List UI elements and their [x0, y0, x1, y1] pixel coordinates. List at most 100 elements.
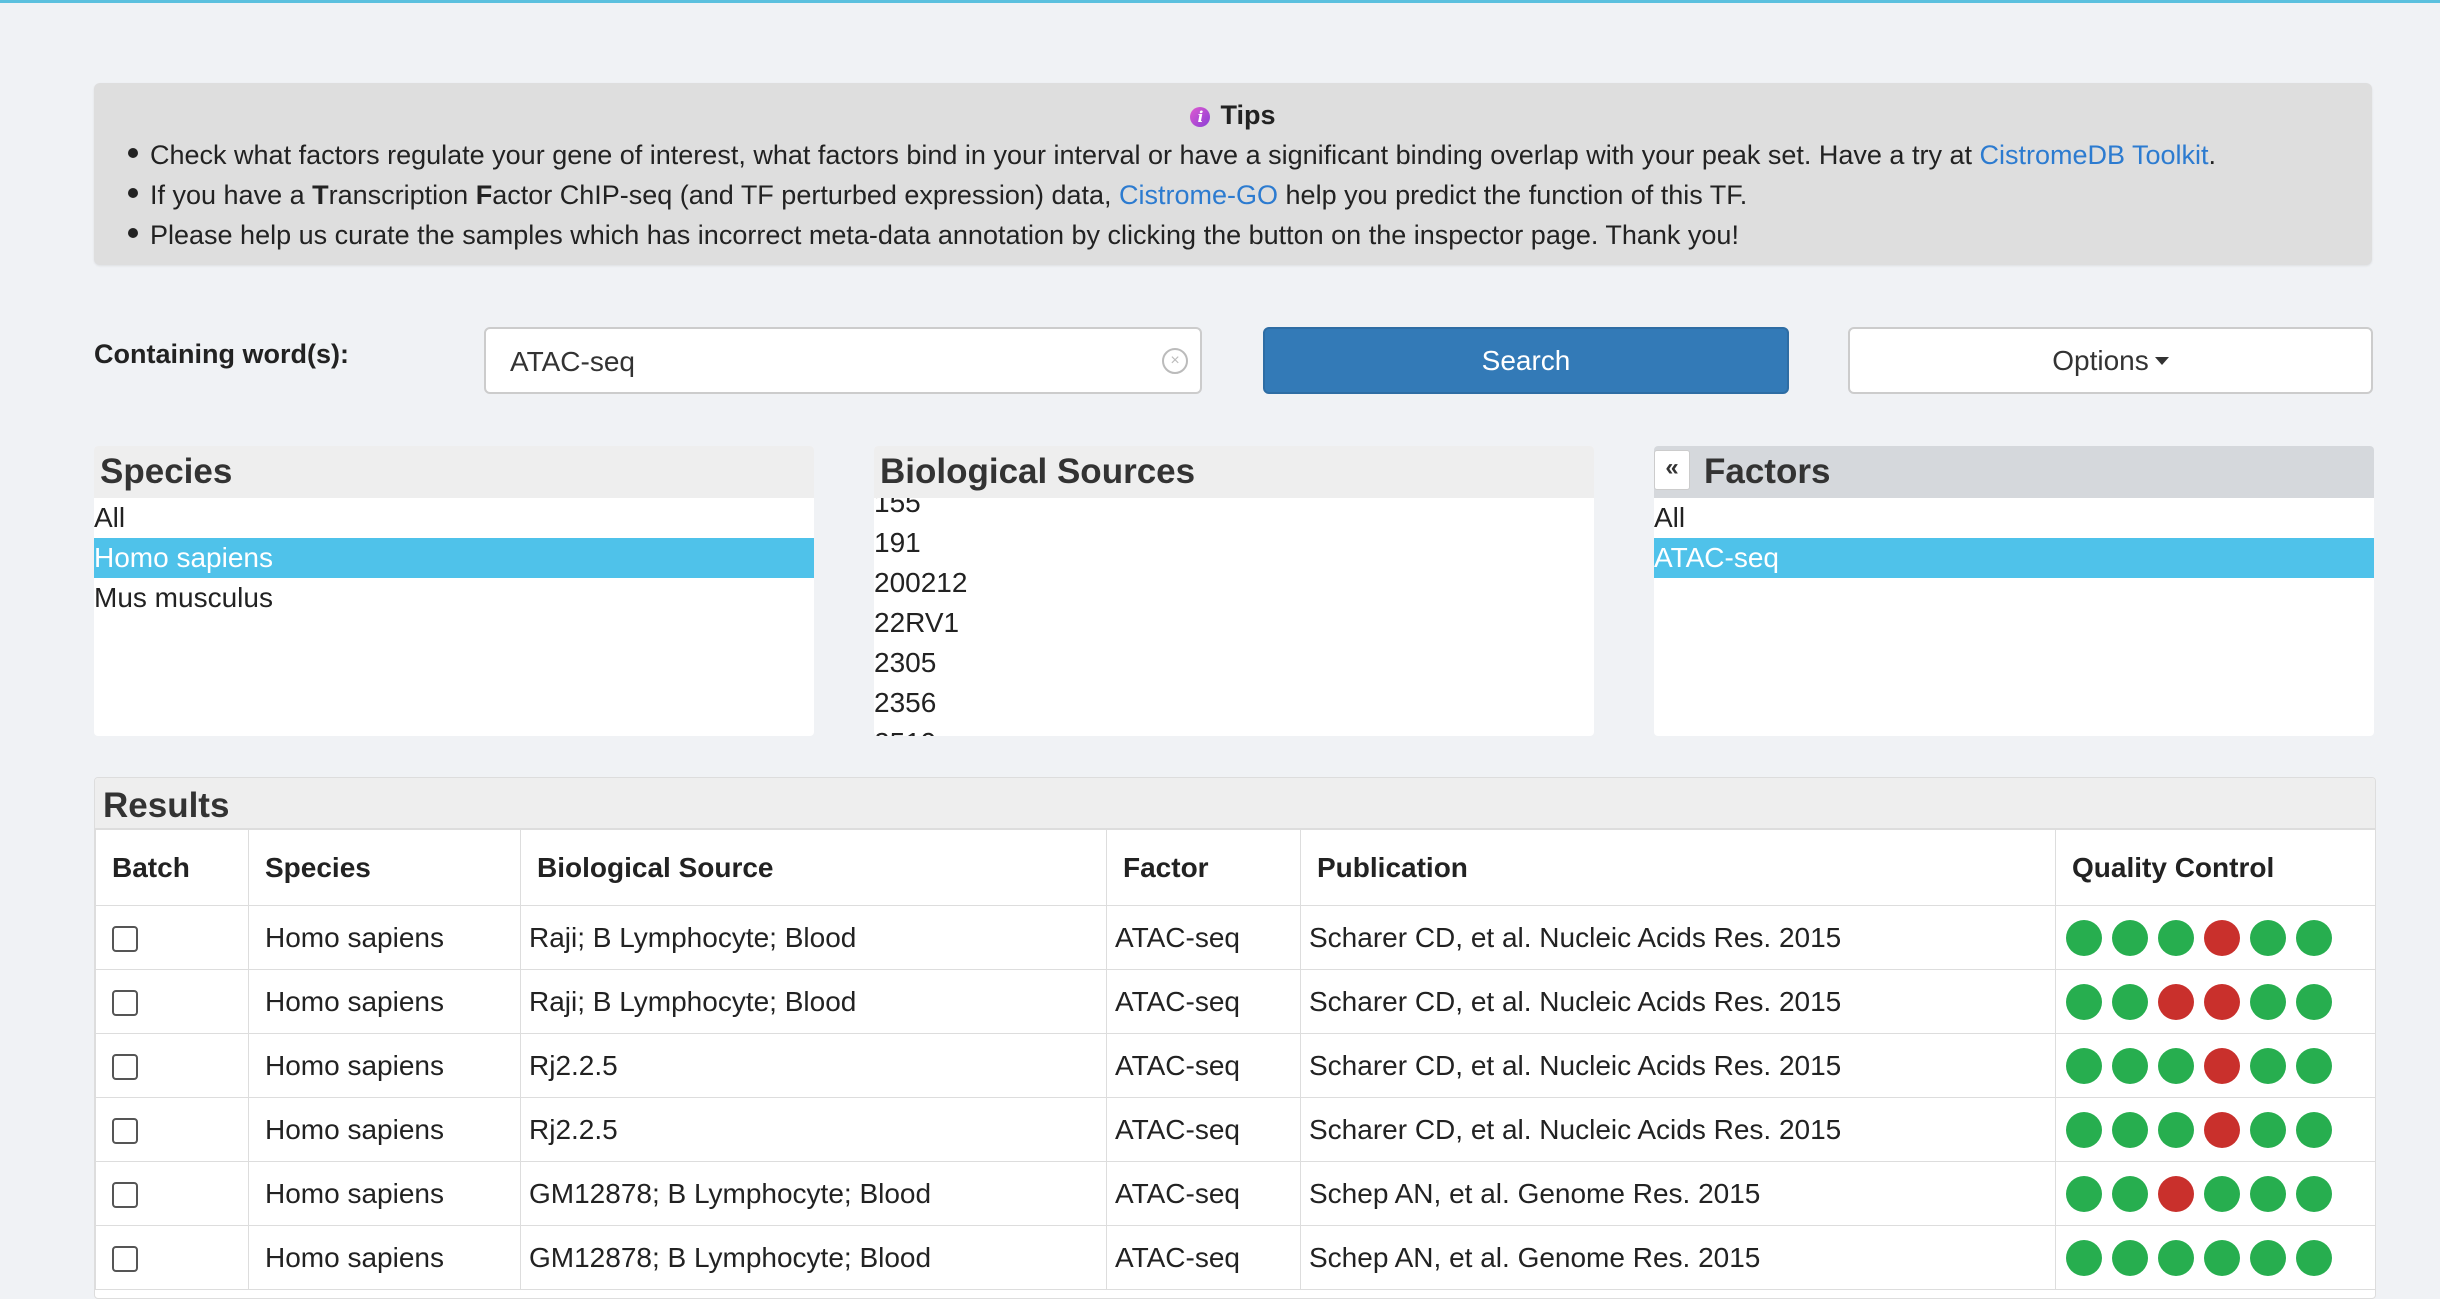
clear-icon[interactable]: ×	[1162, 348, 1188, 374]
qc-green-dot-icon[interactable]	[2250, 1239, 2286, 1276]
species-cell: Homo sapiens	[248, 1225, 521, 1290]
qc-green-dot-icon[interactable]	[2158, 1111, 2194, 1148]
qc-green-dot-icon[interactable]	[2250, 1047, 2286, 1084]
qc-green-dot-icon[interactable]	[2158, 919, 2194, 956]
qc-green-dot-icon[interactable]	[2158, 1239, 2194, 1276]
batch-cell	[95, 1033, 249, 1098]
qc-green-dot-icon[interactable]	[2204, 1175, 2240, 1212]
qc-green-dot-icon[interactable]	[2296, 1175, 2332, 1212]
tip-item: If you have a Transcription Factor ChIP-…	[128, 175, 2216, 215]
bio-source-item[interactable]: 2519	[874, 723, 967, 736]
qc-red-dot-icon[interactable]	[2158, 1175, 2194, 1212]
tip-item: Check what factors regulate your gene of…	[128, 135, 2216, 175]
qc-green-dot-icon[interactable]	[2296, 919, 2332, 956]
qc-green-dot-icon[interactable]	[2112, 1111, 2148, 1148]
qc-red-dot-icon[interactable]	[2204, 1111, 2240, 1148]
qc-green-dot-icon[interactable]	[2066, 1239, 2102, 1276]
biological-source-cell: Raji; B Lymphocyte; Blood	[520, 969, 1107, 1034]
caret-down-icon	[2154, 357, 2169, 365]
options-button[interactable]: Options	[1848, 327, 2373, 394]
qc-red-dot-icon[interactable]	[2204, 919, 2240, 956]
bio-source-item[interactable]: 2305	[874, 643, 967, 683]
bio-sources-list[interactable]: 155 191 200212 22RV1 2305 2356 2519	[874, 498, 1594, 736]
qc-green-dot-icon[interactable]	[2112, 983, 2148, 1020]
bio-sources-panel: Biological Sources 155 191 200212 22RV1 …	[874, 446, 1594, 736]
bio-source-item[interactable]: 2356	[874, 683, 967, 723]
publication-cell: Scharer CD, et al. Nucleic Acids Res. 20…	[1300, 969, 2056, 1034]
batch-checkbox[interactable]	[112, 990, 138, 1017]
table-row[interactable]: Homo sapiens Rj2.2.5 ATAC-seq Scharer CD, e…	[95, 1097, 2375, 1162]
qc-red-dot-icon[interactable]	[2204, 983, 2240, 1020]
factor-item-atac-seq[interactable]: ATAC-seq	[1654, 538, 2374, 578]
column-header-batch[interactable]: Batch	[95, 829, 249, 906]
column-header-quality-control[interactable]: Quality Control	[2055, 829, 2375, 906]
species-item-mus-musculus[interactable]: Mus musculus	[94, 578, 814, 618]
qc-green-dot-icon[interactable]	[2250, 983, 2286, 1020]
qc-green-dot-icon[interactable]	[2112, 1047, 2148, 1084]
cistrome-go-link[interactable]: Cistrome-GO	[1119, 180, 1278, 210]
bio-sources-title: Biological Sources	[874, 446, 1594, 498]
qc-green-dot-icon[interactable]	[2066, 919, 2102, 956]
qc-green-dot-icon[interactable]	[2112, 1239, 2148, 1276]
species-cell: Homo sapiens	[248, 1161, 521, 1226]
biological-source-cell: GM12878; B Lymphocyte; Blood	[520, 1225, 1107, 1290]
batch-checkbox[interactable]	[112, 1182, 138, 1209]
column-header-publication[interactable]: Publication	[1300, 829, 2056, 906]
qc-green-dot-icon[interactable]	[2112, 1175, 2148, 1212]
qc-green-dot-icon[interactable]	[2112, 919, 2148, 956]
info-icon: i	[1190, 107, 1211, 127]
tips-title: i Tips	[94, 100, 2372, 131]
qc-green-dot-icon[interactable]	[2158, 1047, 2194, 1084]
factor-cell: ATAC-seq	[1106, 1225, 1301, 1290]
qc-green-dot-icon[interactable]	[2250, 1111, 2286, 1148]
species-item-all[interactable]: All	[94, 498, 814, 538]
table-row[interactable]: Homo sapiens Raji; B Lymphocyte; Blood ATA…	[95, 905, 2375, 970]
qc-green-dot-icon[interactable]	[2204, 1239, 2240, 1276]
batch-cell	[95, 969, 249, 1034]
cistromedb-toolkit-link[interactable]: CistromeDB Toolkit	[1979, 140, 2208, 170]
bio-source-item[interactable]: 22RV1	[874, 603, 967, 643]
qc-green-dot-icon[interactable]	[2066, 1111, 2102, 1148]
species-item-homo-sapiens[interactable]: Homo sapiens	[94, 538, 814, 578]
factor-item-all[interactable]: All	[1654, 498, 2374, 538]
qc-green-dot-icon[interactable]	[2296, 1111, 2332, 1148]
search-input[interactable]	[508, 329, 1152, 394]
search-input-wrapper: ×	[484, 327, 1202, 394]
factor-cell: ATAC-seq	[1106, 969, 1301, 1034]
bio-source-item[interactable]: 191	[874, 523, 967, 563]
collapse-icon[interactable]: «	[1654, 449, 1690, 490]
search-button[interactable]: Search	[1263, 327, 1789, 394]
column-header-factor[interactable]: Factor	[1106, 829, 1301, 906]
qc-green-dot-icon[interactable]	[2250, 1175, 2286, 1212]
column-header-species[interactable]: Species	[248, 829, 521, 906]
bio-source-item[interactable]: 200212	[874, 563, 967, 603]
table-row[interactable]: Homo sapiens GM12878; B Lymphocyte; Blood…	[95, 1225, 2375, 1290]
batch-checkbox[interactable]	[112, 926, 138, 953]
table-row[interactable]: Homo sapiens GM12878; B Lymphocyte; Blood…	[95, 1161, 2375, 1226]
quality-control-cell	[2055, 1225, 2375, 1290]
publication-cell: Scharer CD, et al. Nucleic Acids Res. 20…	[1300, 1033, 2056, 1098]
qc-green-dot-icon[interactable]	[2250, 919, 2286, 956]
qc-green-dot-icon[interactable]	[2066, 983, 2102, 1020]
tip-item: Please help us curate the samples which …	[128, 215, 2216, 255]
factor-cell: ATAC-seq	[1106, 1097, 1301, 1162]
bio-source-item[interactable]: 155	[874, 498, 967, 523]
batch-checkbox[interactable]	[112, 1054, 138, 1081]
factor-cell: ATAC-seq	[1106, 1033, 1301, 1098]
table-header-row: Batch Species Biological Source Factor P…	[95, 829, 2375, 906]
qc-green-dot-icon[interactable]	[2296, 983, 2332, 1020]
batch-checkbox[interactable]	[112, 1118, 138, 1145]
qc-red-dot-icon[interactable]	[2204, 1047, 2240, 1084]
quality-control-cell	[2055, 905, 2375, 970]
batch-checkbox[interactable]	[112, 1246, 138, 1273]
bullet-icon	[128, 228, 138, 238]
column-header-biological-source[interactable]: Biological Source	[520, 829, 1107, 906]
qc-red-dot-icon[interactable]	[2158, 983, 2194, 1020]
qc-green-dot-icon[interactable]	[2296, 1239, 2332, 1276]
qc-green-dot-icon[interactable]	[2296, 1047, 2332, 1084]
qc-green-dot-icon[interactable]	[2066, 1175, 2102, 1212]
table-row[interactable]: Homo sapiens Raji; B Lymphocyte; Blood ATA…	[95, 969, 2375, 1034]
qc-green-dot-icon[interactable]	[2066, 1047, 2102, 1084]
table-row[interactable]: Homo sapiens Rj2.2.5 ATAC-seq Scharer CD, e…	[95, 1033, 2375, 1098]
species-list: All Homo sapiens Mus musculus	[94, 498, 814, 618]
